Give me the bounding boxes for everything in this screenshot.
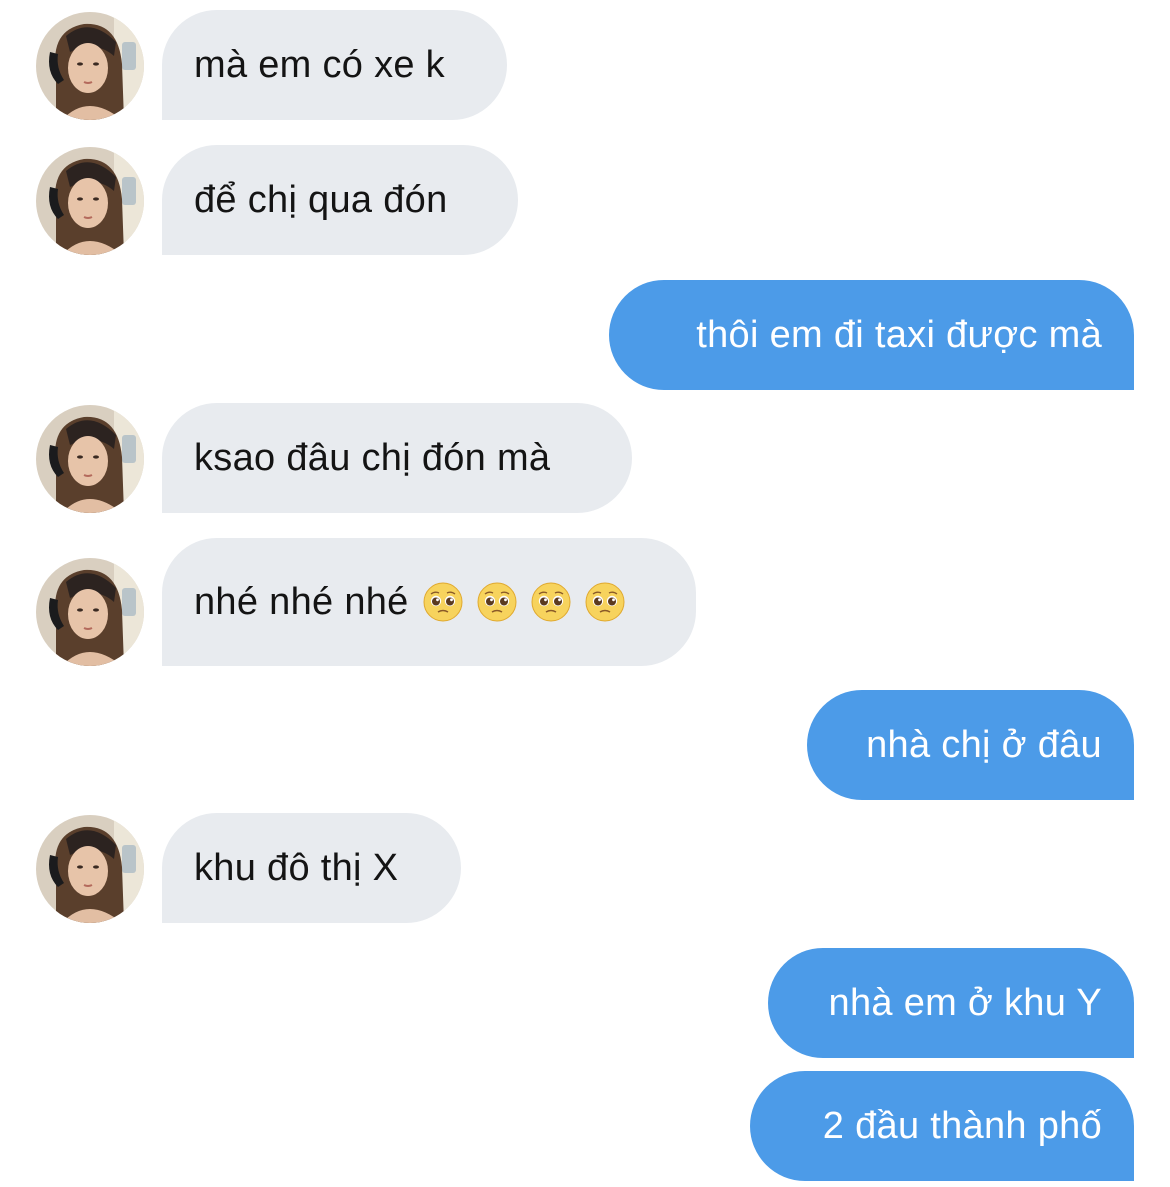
- message-text: 2 đầu thành phố: [822, 1105, 1102, 1147]
- outgoing-message-bubble[interactable]: nhà chị ở đâu: [807, 690, 1134, 800]
- incoming-message-bubble[interactable]: ksao đâu chị đón mà: [162, 403, 632, 513]
- contact-avatar[interactable]: [36, 147, 144, 255]
- contact-avatar[interactable]: [36, 815, 144, 923]
- incoming-message-bubble[interactable]: khu đô thị X: [162, 813, 461, 923]
- message-text: nhà em ở khu Y: [828, 982, 1102, 1024]
- pleading-face-icon: [530, 582, 571, 622]
- message-text: ksao đâu chị đón mà: [194, 437, 551, 479]
- incoming-message-bubble[interactable]: mà em có xe k: [162, 10, 507, 120]
- message-text: để chị qua đón: [194, 179, 448, 221]
- contact-avatar[interactable]: [36, 558, 144, 666]
- message-text: nhà chị ở đâu: [866, 724, 1102, 766]
- outgoing-message-bubble[interactable]: thôi em đi taxi được mà: [609, 280, 1134, 390]
- message-text: nhé nhé nhé: [194, 581, 409, 623]
- pleading-face-icon: [422, 582, 463, 622]
- incoming-message-bubble[interactable]: nhé nhé nhé: [162, 538, 696, 666]
- message-text: thôi em đi taxi được mà: [696, 314, 1102, 356]
- pleading-face-icon: [476, 582, 517, 622]
- contact-avatar[interactable]: [36, 12, 144, 120]
- message-text: khu đô thị X: [194, 847, 399, 889]
- pleading-face-icon: [584, 582, 625, 622]
- outgoing-message-bubble[interactable]: nhà em ở khu Y: [768, 948, 1134, 1058]
- incoming-message-bubble[interactable]: để chị qua đón: [162, 145, 518, 255]
- message-text: mà em có xe k: [194, 44, 445, 86]
- contact-avatar[interactable]: [36, 405, 144, 513]
- outgoing-message-bubble[interactable]: 2 đầu thành phố: [750, 1071, 1134, 1181]
